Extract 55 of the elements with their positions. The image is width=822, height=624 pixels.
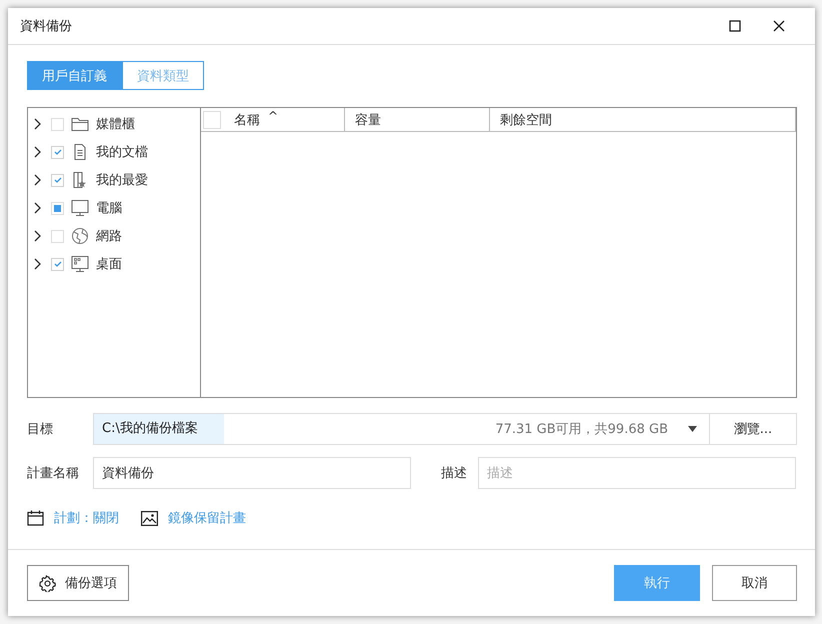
checkbox[interactable] [51,174,64,186]
desktop-icon [71,256,89,272]
monitor-icon [71,200,89,216]
tree-label: 電腦 [96,200,122,217]
maximize-icon[interactable] [729,20,741,32]
tree-item[interactable]: 媒體櫃 [28,110,200,138]
tree-item[interactable]: 我的最愛 [28,166,200,194]
column-header[interactable]: 剩餘空間 [490,108,796,131]
browse-button[interactable]: 瀏覽... [710,413,797,445]
column-header[interactable]: 名稱 ^ [231,108,345,131]
checkbox[interactable] [51,118,64,130]
checkbox[interactable] [51,230,64,242]
field-label: 計畫名稱 [27,465,80,482]
plan-name-field[interactable]: 資料備份 [93,457,411,489]
tree-label: 我的最愛 [96,172,148,189]
checkmark-icon [54,148,62,156]
tree-label: 媒體櫃 [96,116,135,133]
window-title: 資料備份 [20,18,73,35]
caret-icon [688,426,697,432]
checkmark-icon [54,260,62,268]
sort-indicator: ^ [268,109,278,123]
globe-icon [71,228,89,244]
calendar-icon [27,510,44,526]
tree-item[interactable]: 電腦 [28,194,200,222]
expand-icon[interactable] [34,202,41,214]
close-icon[interactable] [773,20,785,32]
tree-label: 桌面 [96,256,122,273]
expand-icon[interactable] [34,118,41,130]
expand-icon[interactable] [34,230,41,242]
checkbox[interactable] [51,202,64,214]
expand-icon[interactable] [34,146,41,158]
target-dropdown[interactable]: C:\我的備份檔案 77.31 GB可用，共99.68 GB [93,413,710,445]
field-label: 目標 [27,421,54,438]
expand-icon[interactable] [34,174,41,186]
tree-item[interactable]: 桌面 [28,250,200,278]
tree-item[interactable]: 網路 [28,222,200,250]
backup-options-button[interactable]: 備份選項 [27,565,129,601]
checkbox[interactable] [51,258,64,270]
image-icon [141,510,158,526]
cancel-button[interactable]: 取消 [712,565,797,601]
checkmark-icon [54,176,62,184]
tree-item[interactable]: 我的文檔 [28,138,200,166]
expand-icon[interactable] [34,258,41,270]
checkbox[interactable] [51,146,64,158]
tree-label: 網路 [96,228,122,245]
folder-icon [71,116,89,132]
select-all-checkbox[interactable] [203,110,221,128]
tree-label: 我的文檔 [96,144,148,161]
description-field[interactable]: 描述 [478,457,796,489]
target-path: C:\我的備份檔案 [94,414,224,444]
settings-icon [39,574,56,592]
free-space-text: 77.31 GB可用，共99.68 GB [494,421,668,438]
partial-mark [54,204,61,212]
field-label: 描述 [441,465,467,482]
column-header[interactable]: 容量 [345,108,490,131]
